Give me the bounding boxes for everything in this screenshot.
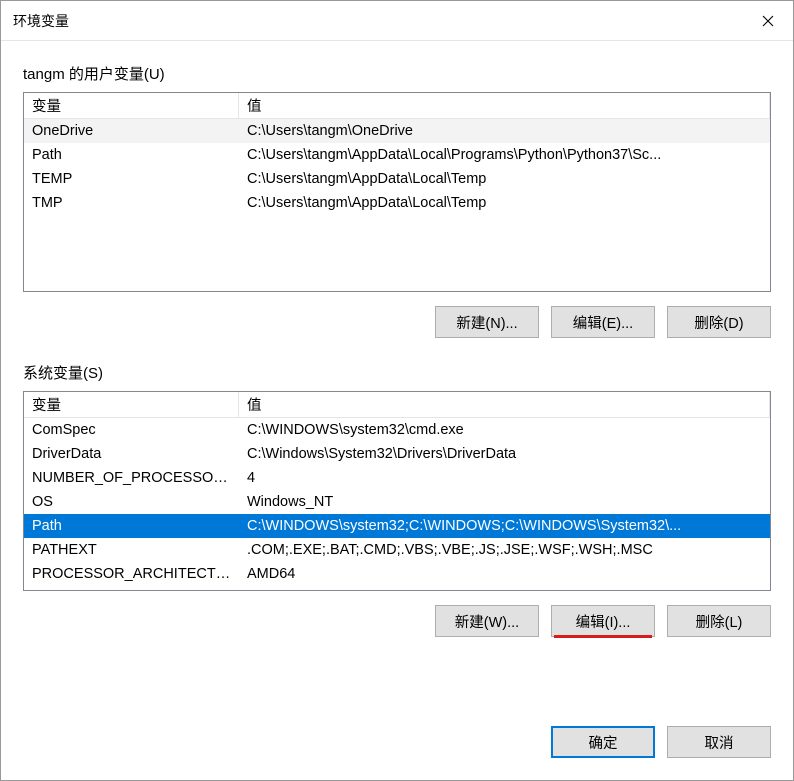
var-name-cell: Path [24, 147, 239, 163]
user-button-row: 新建(N)... 编辑(E)... 删除(D) [23, 306, 771, 338]
var-name-cell: DriverData [24, 446, 239, 462]
user-edit-button[interactable]: 编辑(E)... [551, 306, 655, 338]
sys-vars-list[interactable]: 变量 值 ComSpecC:\WINDOWS\system32\cmd.exeD… [23, 391, 771, 591]
env-vars-dialog: 环境变量 tangm 的用户变量(U) 变量 值 OneDriveC:\User… [0, 0, 794, 781]
titlebar: 环境变量 [1, 1, 793, 41]
table-row[interactable]: PathC:\WINDOWS\system32;C:\WINDOWS;C:\WI… [24, 514, 770, 538]
user-header-var[interactable]: 变量 [24, 93, 239, 119]
var-name-cell: ComSpec [24, 422, 239, 438]
var-value-cell: C:\Users\tangm\OneDrive [239, 123, 770, 139]
user-delete-button[interactable]: 删除(D) [667, 306, 771, 338]
table-row[interactable]: OSWindows_NT [24, 490, 770, 514]
cancel-button[interactable]: 取消 [667, 726, 771, 758]
ok-button[interactable]: 确定 [551, 726, 655, 758]
var-value-cell: C:\WINDOWS\system32;C:\WINDOWS;C:\WINDOW… [239, 518, 770, 534]
var-value-cell: C:\Users\tangm\AppData\Local\Temp [239, 171, 770, 187]
user-vars-list[interactable]: 变量 值 OneDriveC:\Users\tangm\OneDrivePath… [23, 92, 771, 292]
sys-header-var[interactable]: 变量 [24, 392, 239, 418]
sys-edit-button[interactable]: 编辑(I)... [551, 605, 655, 637]
close-button[interactable] [743, 1, 793, 41]
var-value-cell: C:\WINDOWS\system32\cmd.exe [239, 422, 770, 438]
var-name-cell: OS [24, 494, 239, 510]
dialog-content: tangm 的用户变量(U) 变量 值 OneDriveC:\Users\tan… [1, 41, 793, 726]
user-vars-label: tangm 的用户变量(U) [23, 63, 771, 84]
var-value-cell: C:\Users\tangm\AppData\Local\Programs\Py… [239, 147, 770, 163]
var-name-cell: NUMBER_OF_PROCESSORS [24, 470, 239, 486]
sys-vars-label: 系统变量(S) [23, 362, 771, 383]
table-row[interactable]: NUMBER_OF_PROCESSORS4 [24, 466, 770, 490]
user-new-button[interactable]: 新建(N)... [435, 306, 539, 338]
table-row[interactable]: PATHEXT.COM;.EXE;.BAT;.CMD;.VBS;.VBE;.JS… [24, 538, 770, 562]
var-name-cell: OneDrive [24, 123, 239, 139]
var-value-cell: AMD64 [239, 566, 770, 582]
var-value-cell: C:\Users\tangm\AppData\Local\Temp [239, 195, 770, 211]
sys-button-row: 新建(W)... 编辑(I)... 删除(L) [23, 605, 771, 637]
var-value-cell: C:\Windows\System32\Drivers\DriverData [239, 446, 770, 462]
var-name-cell: TMP [24, 195, 239, 211]
var-name-cell: Path [24, 518, 239, 534]
table-row[interactable]: OneDriveC:\Users\tangm\OneDrive [24, 119, 770, 143]
sys-list-header: 变量 值 [24, 392, 770, 418]
close-icon [762, 15, 774, 27]
table-row[interactable]: DriverDataC:\Windows\System32\Drivers\Dr… [24, 442, 770, 466]
var-name-cell: TEMP [24, 171, 239, 187]
var-value-cell: 4 [239, 470, 770, 486]
user-header-val[interactable]: 值 [239, 93, 770, 119]
var-value-cell: .COM;.EXE;.BAT;.CMD;.VBS;.VBE;.JS;.JSE;.… [239, 542, 770, 558]
table-row[interactable]: PROCESSOR_ARCHITECTUREAMD64 [24, 562, 770, 586]
window-title: 环境变量 [13, 11, 69, 31]
var-value-cell: Windows_NT [239, 494, 770, 510]
var-name-cell: PATHEXT [24, 542, 239, 558]
sys-delete-button[interactable]: 删除(L) [667, 605, 771, 637]
table-row[interactable]: ComSpecC:\WINDOWS\system32\cmd.exe [24, 418, 770, 442]
user-list-header: 变量 值 [24, 93, 770, 119]
dialog-footer: 确定 取消 [1, 726, 793, 780]
table-row[interactable]: TEMPC:\Users\tangm\AppData\Local\Temp [24, 167, 770, 191]
table-row[interactable]: TMPC:\Users\tangm\AppData\Local\Temp [24, 191, 770, 215]
table-row[interactable]: PathC:\Users\tangm\AppData\Local\Program… [24, 143, 770, 167]
var-name-cell: PROCESSOR_ARCHITECTURE [24, 566, 239, 582]
sys-header-val[interactable]: 值 [239, 392, 770, 418]
user-list-body: OneDriveC:\Users\tangm\OneDrivePathC:\Us… [24, 119, 770, 291]
sys-new-button[interactable]: 新建(W)... [435, 605, 539, 637]
sys-list-body: ComSpecC:\WINDOWS\system32\cmd.exeDriver… [24, 418, 770, 590]
